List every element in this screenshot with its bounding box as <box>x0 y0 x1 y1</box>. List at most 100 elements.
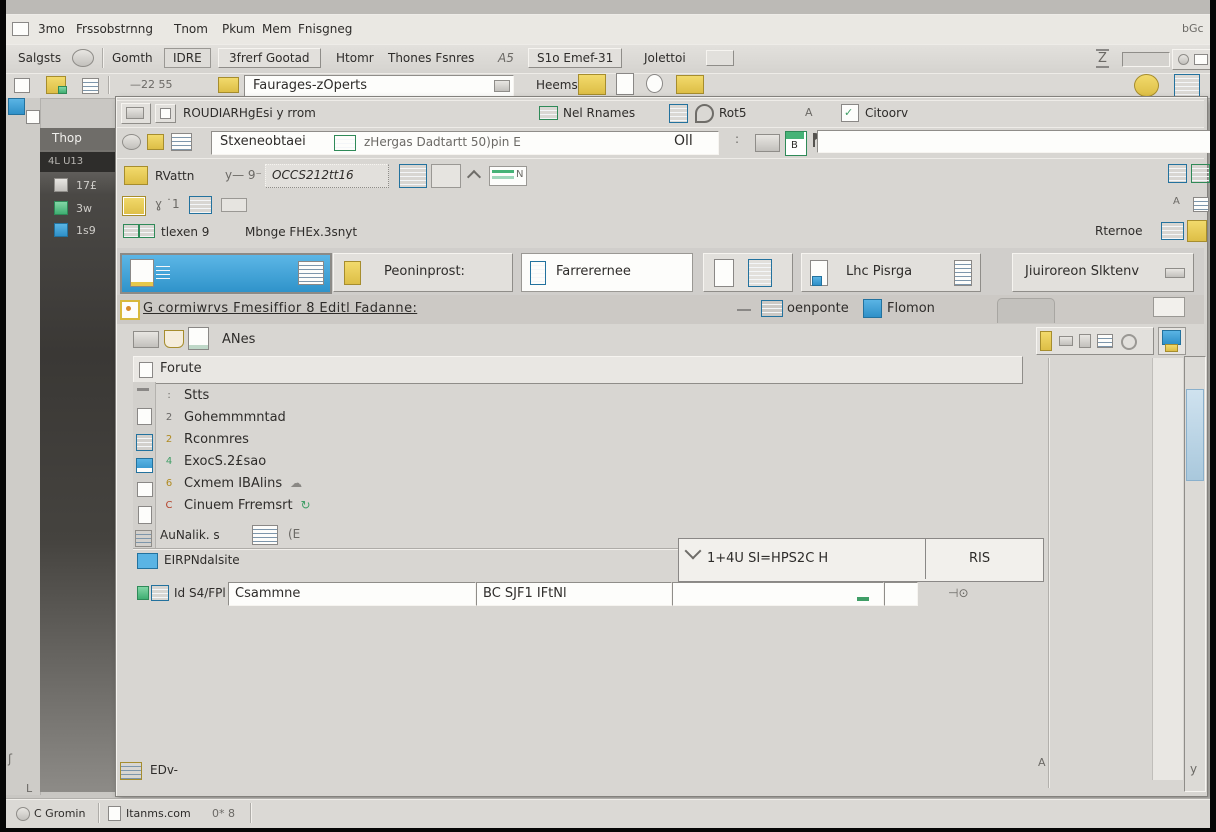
right-tool-icon-1[interactable] <box>1168 164 1187 183</box>
emef-button[interactable]: S1o Emef-31 <box>528 48 622 68</box>
list-item[interactable]: 2 Rconmres <box>162 428 722 450</box>
menu-item[interactable]: Fnisgneg <box>298 22 352 36</box>
menu-item[interactable]: Mem <box>262 22 291 36</box>
rternoe-icon-2[interactable] <box>1187 220 1207 242</box>
sidebar-item[interactable]: 1s9 <box>54 223 96 237</box>
mouse-icon[interactable] <box>646 74 663 93</box>
rail-one-icon[interactable] <box>137 408 152 425</box>
scrollbar-thumb[interactable] <box>1186 389 1204 481</box>
bottom-notes-icon[interactable] <box>120 762 142 780</box>
mini-icon-1[interactable] <box>1059 336 1073 346</box>
rail-z-icon[interactable] <box>136 434 153 451</box>
mini-icon-2[interactable] <box>1079 334 1091 348</box>
menu-item[interactable]: Tnom <box>174 22 208 36</box>
list-item[interactable]: 4 ExocS.2£sao <box>162 450 722 472</box>
page-stack-button[interactable] <box>703 253 793 292</box>
format-input[interactable] <box>817 130 1216 153</box>
edge-app-icon[interactable] <box>8 98 25 115</box>
rail-box-icon[interactable] <box>137 482 153 497</box>
menu-item[interactable]: Pkum <box>222 22 255 36</box>
folder2-icon[interactable] <box>676 75 704 94</box>
list-icon[interactable] <box>82 78 99 94</box>
htomr-button[interactable]: Htomr <box>336 51 374 65</box>
citoorv-button[interactable]: Citoorv <box>865 106 908 120</box>
sort-icon[interactable]: Z <box>1096 49 1109 68</box>
pill-button[interactable] <box>221 198 247 212</box>
farr-combo[interactable]: Farrerernee <box>521 253 693 292</box>
gootad-button[interactable]: 3frerf Gootad <box>218 48 321 68</box>
right-tool-icon-2[interactable] <box>1191 164 1210 183</box>
mini-circle-icon[interactable] <box>1121 334 1137 350</box>
active-tab-title[interactable]: G cormiwrvs Fmesiffior 8 Editl Fadanne: <box>143 301 417 316</box>
occ-combo[interactable]: OCCS212tt16 <box>265 164 389 188</box>
window-control[interactable] <box>1153 297 1185 317</box>
flag-badge[interactable]: B <box>785 131 807 156</box>
stamp-icon[interactable] <box>122 134 141 150</box>
blue-tool-icon[interactable] <box>669 104 688 123</box>
caret-up-icon[interactable] <box>467 170 481 184</box>
sidebar-item[interactable]: 3w <box>54 201 92 215</box>
list-item[interactable]: 6 Cxmem IBAlins ☁ <box>162 472 722 494</box>
selected-view-button[interactable] <box>120 253 332 294</box>
edv-label[interactable]: EDv- <box>150 763 178 777</box>
sidebar-item[interactable]: 17£ <box>54 178 97 192</box>
mini-icon-3[interactable] <box>1097 334 1113 348</box>
rail-page-icon[interactable] <box>138 506 152 524</box>
jiu-dropdown-button[interactable]: Jiuiroreon Slktenv <box>1012 253 1194 292</box>
grid-icon[interactable] <box>122 196 146 216</box>
open-folder-icon[interactable] <box>578 74 606 95</box>
jolettoi-button[interactable]: Jolettoi <box>644 51 686 65</box>
rail-folder-icon[interactable] <box>136 458 153 473</box>
page-icon[interactable] <box>188 327 209 350</box>
peon-button[interactable]: Peoninprost: <box>333 253 513 292</box>
list-item[interactable]: ꞉ Stts <box>162 384 722 406</box>
search-value[interactable]: 1+4U SI=HPS2C H <box>707 551 828 566</box>
vertical-scrollbar[interactable] <box>1184 356 1206 792</box>
blue-panel-icon[interactable] <box>399 164 427 188</box>
folder-icon[interactable] <box>124 166 148 185</box>
list-item[interactable]: C Cinuem Frremsrt ↻ <box>162 494 722 516</box>
lasso-icon[interactable] <box>695 104 714 123</box>
blank-toolbar-button[interactable] <box>706 50 734 66</box>
folder-small-icon[interactable] <box>147 134 164 150</box>
monitor-button[interactable] <box>1158 327 1186 355</box>
printer-icon[interactable] <box>133 331 159 348</box>
blob-icon[interactable] <box>1134 74 1159 97</box>
stack-icon[interactable] <box>1174 74 1200 97</box>
zoom-slider[interactable] <box>1122 52 1170 67</box>
field-row-tick-icons[interactable]: ⊣⊙ <box>948 586 969 600</box>
lhc-combo[interactable]: Lhc Pisrga <box>801 253 981 292</box>
ghost-button[interactable] <box>431 164 461 188</box>
rail-dash-icon[interactable] <box>137 388 149 391</box>
name-field[interactable]: Csammne <box>228 582 476 606</box>
inactive-tab[interactable] <box>997 298 1055 323</box>
oen-label[interactable]: oenponte <box>787 301 849 316</box>
address-handle-icon[interactable] <box>494 80 510 92</box>
merge-label[interactable]: Mbnge FHEx.3snyt <box>245 225 357 239</box>
address-input[interactable]: Faurages-zOperts <box>244 75 514 97</box>
empty-field[interactable] <box>672 582 884 606</box>
list-item[interactable]: 2 Gohemmmntad <box>162 406 722 428</box>
monitor-icon[interactable] <box>755 134 780 152</box>
idre-button[interactable]: IDRE <box>164 48 211 68</box>
aunalik-list-icon[interactable] <box>252 525 278 545</box>
mini-yellow-icon[interactable] <box>1040 331 1052 351</box>
rail-stack-icon[interactable] <box>135 530 152 547</box>
nel-rnames-button[interactable]: Nel Rnames <box>563 106 635 120</box>
small-field[interactable] <box>884 582 918 606</box>
outline-icon[interactable] <box>171 133 192 151</box>
code-field[interactable]: BC SJF1 IFtNl <box>476 582 672 606</box>
clipboard-icon[interactable] <box>616 73 634 95</box>
thones-button[interactable]: Thones Fsnres <box>388 51 474 65</box>
n-field[interactable]: N <box>489 166 527 186</box>
blue-list-icon[interactable] <box>189 196 212 214</box>
flomon-label[interactable]: Flomon <box>887 301 935 316</box>
gomth-button[interactable]: Gomth <box>112 51 153 65</box>
edge-doc-icon[interactable] <box>26 110 40 124</box>
item-label[interactable]: tlexen 9 <box>161 225 209 239</box>
eirp-icon[interactable] <box>137 553 158 569</box>
document-icon[interactable] <box>14 78 30 93</box>
rot-button[interactable]: Rot5 <box>719 106 746 120</box>
cup-icon[interactable] <box>164 330 184 348</box>
menu-item[interactable]: Frssobstrnng <box>76 22 153 36</box>
